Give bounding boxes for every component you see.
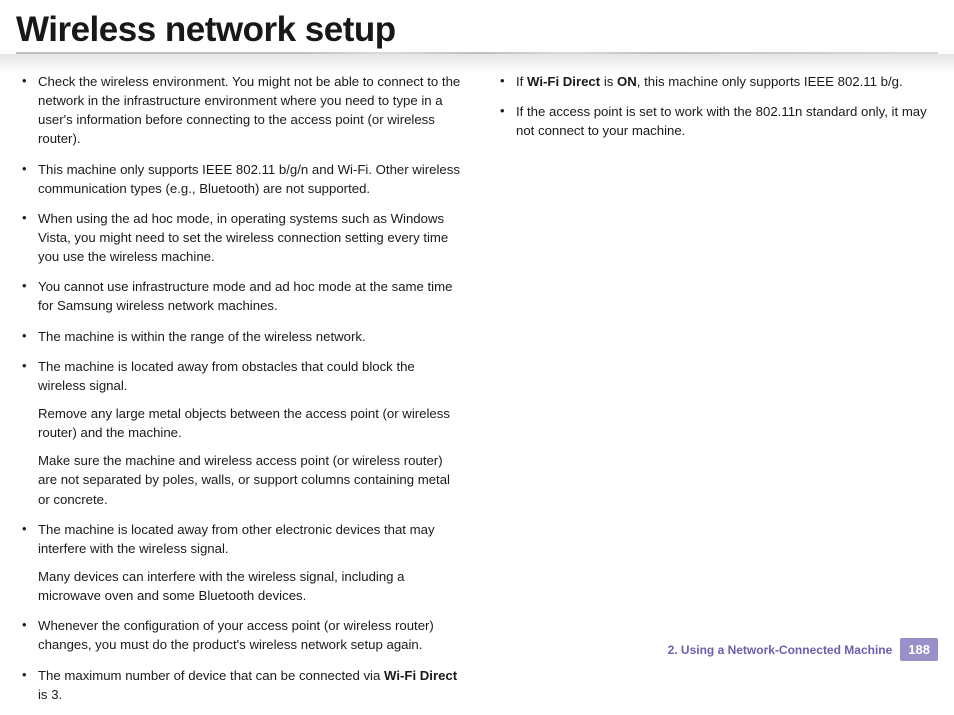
title-divider xyxy=(16,52,938,54)
left-bullet-list: Check the wireless environment. You migh… xyxy=(14,72,462,704)
content-area: Check the wireless environment. You migh… xyxy=(0,72,954,715)
page-number-badge: 188 xyxy=(900,638,938,661)
page-footer: 2. Using a Network-Connected Machine 188 xyxy=(668,638,938,661)
list-item-subtext: Many devices can interfere with the wire… xyxy=(38,567,462,605)
list-item-subtext: Remove any large metal objects between t… xyxy=(38,404,462,442)
list-item: If the access point is set to work with … xyxy=(516,102,940,140)
list-item: The machine is located away from obstacl… xyxy=(38,357,462,509)
list-item: The machine is within the range of the w… xyxy=(38,327,462,346)
list-item: This machine only supports IEEE 802.11 b… xyxy=(38,160,462,198)
list-item: Whenever the configuration of your acces… xyxy=(38,616,462,654)
list-item: If Wi-Fi Direct is ON, this machine only… xyxy=(516,72,940,91)
right-bullet-list: If Wi-Fi Direct is ON, this machine only… xyxy=(492,72,940,140)
page-title: Wireless network setup xyxy=(0,0,954,52)
list-item: The machine is located away from other e… xyxy=(38,520,462,606)
left-column: Check the wireless environment. You migh… xyxy=(14,72,462,715)
list-item: Check the wireless environment. You migh… xyxy=(38,72,462,149)
list-item: The maximum number of device that can be… xyxy=(38,666,462,704)
list-item: You cannot use infrastructure mode and a… xyxy=(38,277,462,315)
right-column: If Wi-Fi Direct is ON, this machine only… xyxy=(492,72,940,715)
list-item: When using the ad hoc mode, in operating… xyxy=(38,209,462,266)
footer-section-text: 2. Using a Network-Connected Machine xyxy=(668,643,893,657)
list-item-subtext: Make sure the machine and wireless acces… xyxy=(38,451,462,508)
